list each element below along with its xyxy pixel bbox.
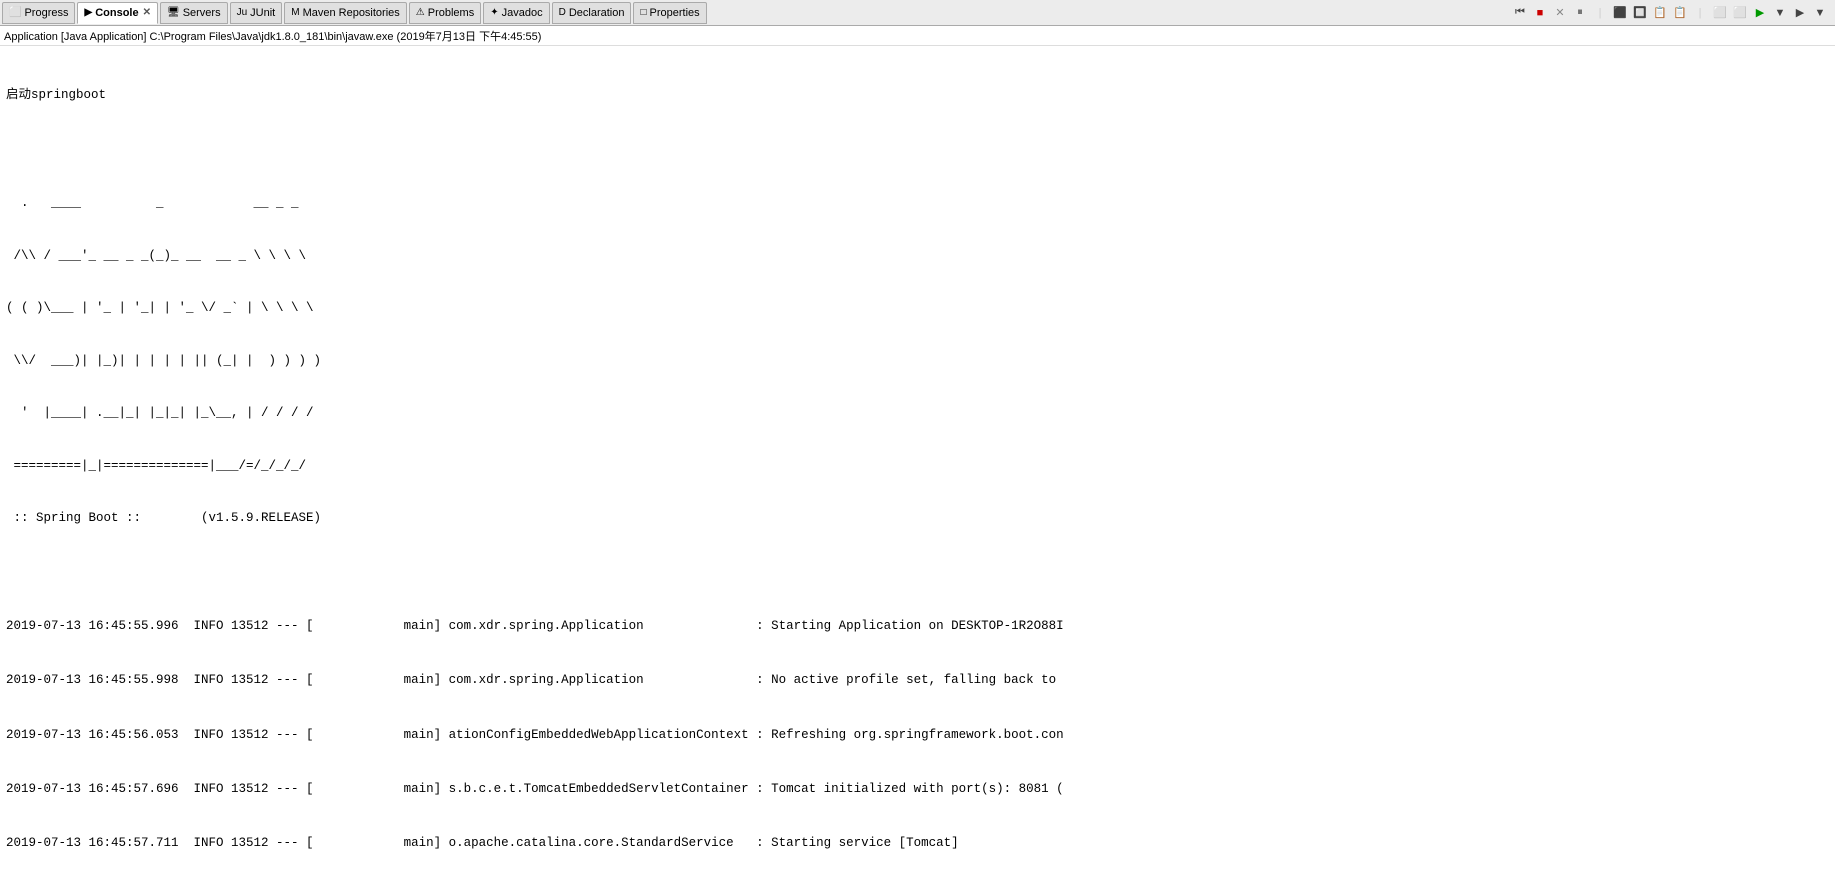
- debug-btn[interactable]: ▶: [1791, 4, 1809, 22]
- tab-javadoc[interactable]: ✦ Javadoc: [483, 2, 549, 24]
- log-line-0: 2019-07-13 16:45:55.996 INFO 13512 --- […: [6, 617, 1829, 635]
- progress-icon: ⬜: [9, 7, 21, 18]
- tab-declaration-label: Declaration: [569, 7, 625, 19]
- skip-back-btn[interactable]: ⏮: [1511, 4, 1529, 22]
- tab-properties[interactable]: □ Properties: [633, 2, 706, 24]
- toolbar-right: ⏮ ■ ✕ ⏸ | ⬛ 🔲 📋 📋 | ⬜ ⬜ ▶ ▼ ▶ ▼: [1511, 4, 1833, 22]
- console-icon: ▶: [84, 7, 92, 18]
- tab-properties-label: Properties: [650, 7, 700, 19]
- log-line-2: 2019-07-13 16:45:56.053 INFO 13512 --- […: [6, 726, 1829, 744]
- console-output[interactable]: 启动springboot . ____ _ __ _ _ /\\ / ___'_…: [0, 46, 1835, 875]
- tab-console[interactable]: ▶ Console ✕: [77, 2, 158, 24]
- declaration-icon: D: [559, 7, 566, 18]
- tab-problems[interactable]: ⚠ Problems: [409, 2, 481, 24]
- problems-icon: ⚠: [416, 7, 425, 18]
- servers-icon: 🖥: [167, 7, 180, 18]
- copy-btn[interactable]: 📋: [1651, 4, 1669, 22]
- paste-btn[interactable]: 📋: [1671, 4, 1689, 22]
- spring-art-0: . ____ _ __ _ _: [6, 195, 1829, 211]
- log-line-4: 2019-07-13 16:45:57.711 INFO 13512 --- […: [6, 834, 1829, 852]
- startup-line: 启动springboot: [6, 86, 1829, 104]
- view-btn1[interactable]: ⬛: [1611, 4, 1629, 22]
- run-btn[interactable]: ▶: [1751, 4, 1769, 22]
- collapse-btn[interactable]: ⬜: [1731, 4, 1749, 22]
- spring-art-4: ' |____| .__|_| |_|_| |_\__, | / / / /: [6, 405, 1829, 421]
- view-btn2[interactable]: 🔲: [1631, 4, 1649, 22]
- javadoc-icon: ✦: [490, 7, 498, 18]
- app-header-text: Application [Java Application] C:\Progra…: [4, 28, 541, 44]
- tab-declaration[interactable]: D Declaration: [552, 2, 632, 24]
- spring-art-2: ( ( )\___ | '_ | '_| | '_ \/ _` | \ \ \ …: [6, 300, 1829, 316]
- junit-icon: Ju: [237, 7, 248, 18]
- app-header: Application [Java Application] C:\Progra…: [0, 26, 1835, 46]
- separator1: |: [1591, 4, 1609, 22]
- spring-art-5: =========|_|==============|___/=/_/_/_/: [6, 458, 1829, 474]
- log-line-3: 2019-07-13 16:45:57.696 INFO 13512 --- […: [6, 780, 1829, 798]
- blank-line: [6, 141, 1829, 159]
- separator2: |: [1691, 4, 1709, 22]
- console-close-btn[interactable]: ✕: [143, 7, 151, 18]
- tab-problems-label: Problems: [428, 7, 474, 19]
- spring-art-1: /\\ / ___'_ __ _ _(_)_ __ __ _ \ \ \ \: [6, 248, 1829, 264]
- tab-servers-label: Servers: [183, 7, 221, 19]
- terminate-btn[interactable]: ✕: [1551, 4, 1569, 22]
- run-drop-btn[interactable]: ▼: [1771, 4, 1789, 22]
- tab-bar: ⬜ Progress ▶ Console ✕ 🖥 Servers Ju JUni…: [0, 0, 1835, 26]
- tab-javadoc-label: Javadoc: [502, 7, 543, 19]
- pause-btn[interactable]: ⏸: [1571, 4, 1589, 22]
- maven-icon: M: [291, 7, 299, 18]
- spring-art-3: \\/ ___)| |_)| | | | | || (_| | ) ) ) ): [6, 353, 1829, 369]
- blank-line2: [6, 563, 1829, 581]
- tab-progress-label: Progress: [24, 7, 68, 19]
- properties-icon: □: [640, 7, 646, 18]
- tab-junit-label: JUnit: [250, 7, 275, 19]
- spring-art-6: :: Spring Boot :: (v1.5.9.RELEASE): [6, 510, 1829, 526]
- debug-drop-btn[interactable]: ▼: [1811, 4, 1829, 22]
- tab-servers[interactable]: 🖥 Servers: [160, 2, 228, 24]
- tab-console-label: Console: [95, 7, 138, 19]
- log-line-1: 2019-07-13 16:45:55.998 INFO 13512 --- […: [6, 671, 1829, 689]
- tab-junit[interactable]: Ju JUnit: [230, 2, 283, 24]
- stop-btn[interactable]: ■: [1531, 4, 1549, 22]
- tab-maven[interactable]: M Maven Repositories: [284, 2, 407, 24]
- tab-progress[interactable]: ⬜ Progress: [2, 2, 75, 24]
- tab-maven-label: Maven Repositories: [303, 7, 400, 19]
- expand-btn[interactable]: ⬜: [1711, 4, 1729, 22]
